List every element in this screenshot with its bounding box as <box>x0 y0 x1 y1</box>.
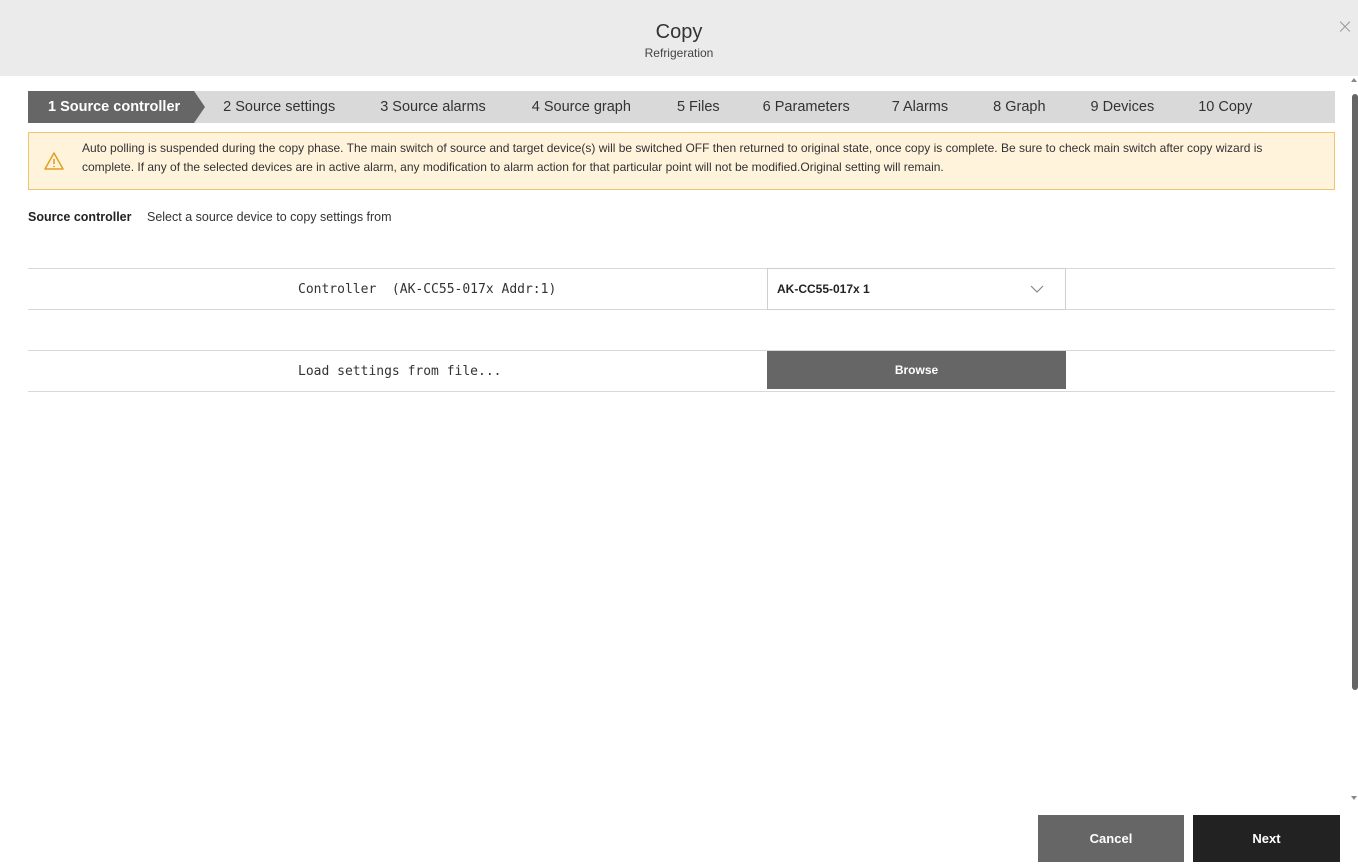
file-row: Load settings from file... Browse <box>28 350 1335 392</box>
chevron-down-icon <box>1030 285 1044 293</box>
scrollbar-thumb[interactable] <box>1352 94 1358 690</box>
step-source-alarms[interactable]: 3 Source alarms <box>380 91 486 123</box>
cancel-button[interactable]: Cancel <box>1038 815 1184 862</box>
step-copy[interactable]: 10 Copy <box>1198 91 1252 123</box>
controller-select-value: AK-CC55-017x 1 <box>777 282 870 296</box>
section-title: Source controller <box>28 210 132 224</box>
controller-row: Controller (AK-CC55-017x Addr:1) AK-CC55… <box>28 268 1335 310</box>
dialog-title: Copy <box>655 21 703 43</box>
controller-label: Controller (AK-CC55-017x Addr:1) <box>298 282 557 297</box>
warning-banner: Auto polling is suspended during the cop… <box>28 132 1335 190</box>
section-heading: Source controller Select a source device… <box>28 210 392 224</box>
dialog-subtitle: Refrigeration <box>644 46 714 60</box>
browse-button[interactable]: Browse <box>767 351 1066 389</box>
step-files[interactable]: 5 Files <box>677 91 720 123</box>
step-parameters[interactable]: 6 Parameters <box>763 91 850 123</box>
step-alarms[interactable]: 7 Alarms <box>892 91 948 123</box>
controller-select[interactable]: AK-CC55-017x 1 <box>767 268 1066 310</box>
file-label: Load settings from file... <box>298 364 502 379</box>
dialog-header: Copy Refrigeration × <box>0 0 1358 76</box>
scroll-up-icon[interactable] <box>1351 78 1357 82</box>
wizard-steps: 1 Source controller 2 Source settings 3 … <box>28 91 1335 123</box>
section-description: Select a source device to copy settings … <box>146 210 392 224</box>
next-button[interactable]: Next <box>1193 815 1340 862</box>
step-devices[interactable]: 9 Devices <box>1091 91 1155 123</box>
scroll-down-icon[interactable] <box>1351 796 1357 800</box>
warning-text: Auto polling is suspended during the cop… <box>82 141 1263 174</box>
warning-triangle-icon <box>44 152 64 170</box>
close-icon[interactable]: × <box>1336 16 1354 36</box>
step-source-controller[interactable]: 1 Source controller <box>28 91 206 123</box>
step-graph[interactable]: 8 Graph <box>993 91 1045 123</box>
step-source-settings[interactable]: 2 Source settings <box>223 91 335 123</box>
step-source-graph[interactable]: 4 Source graph <box>532 91 631 123</box>
